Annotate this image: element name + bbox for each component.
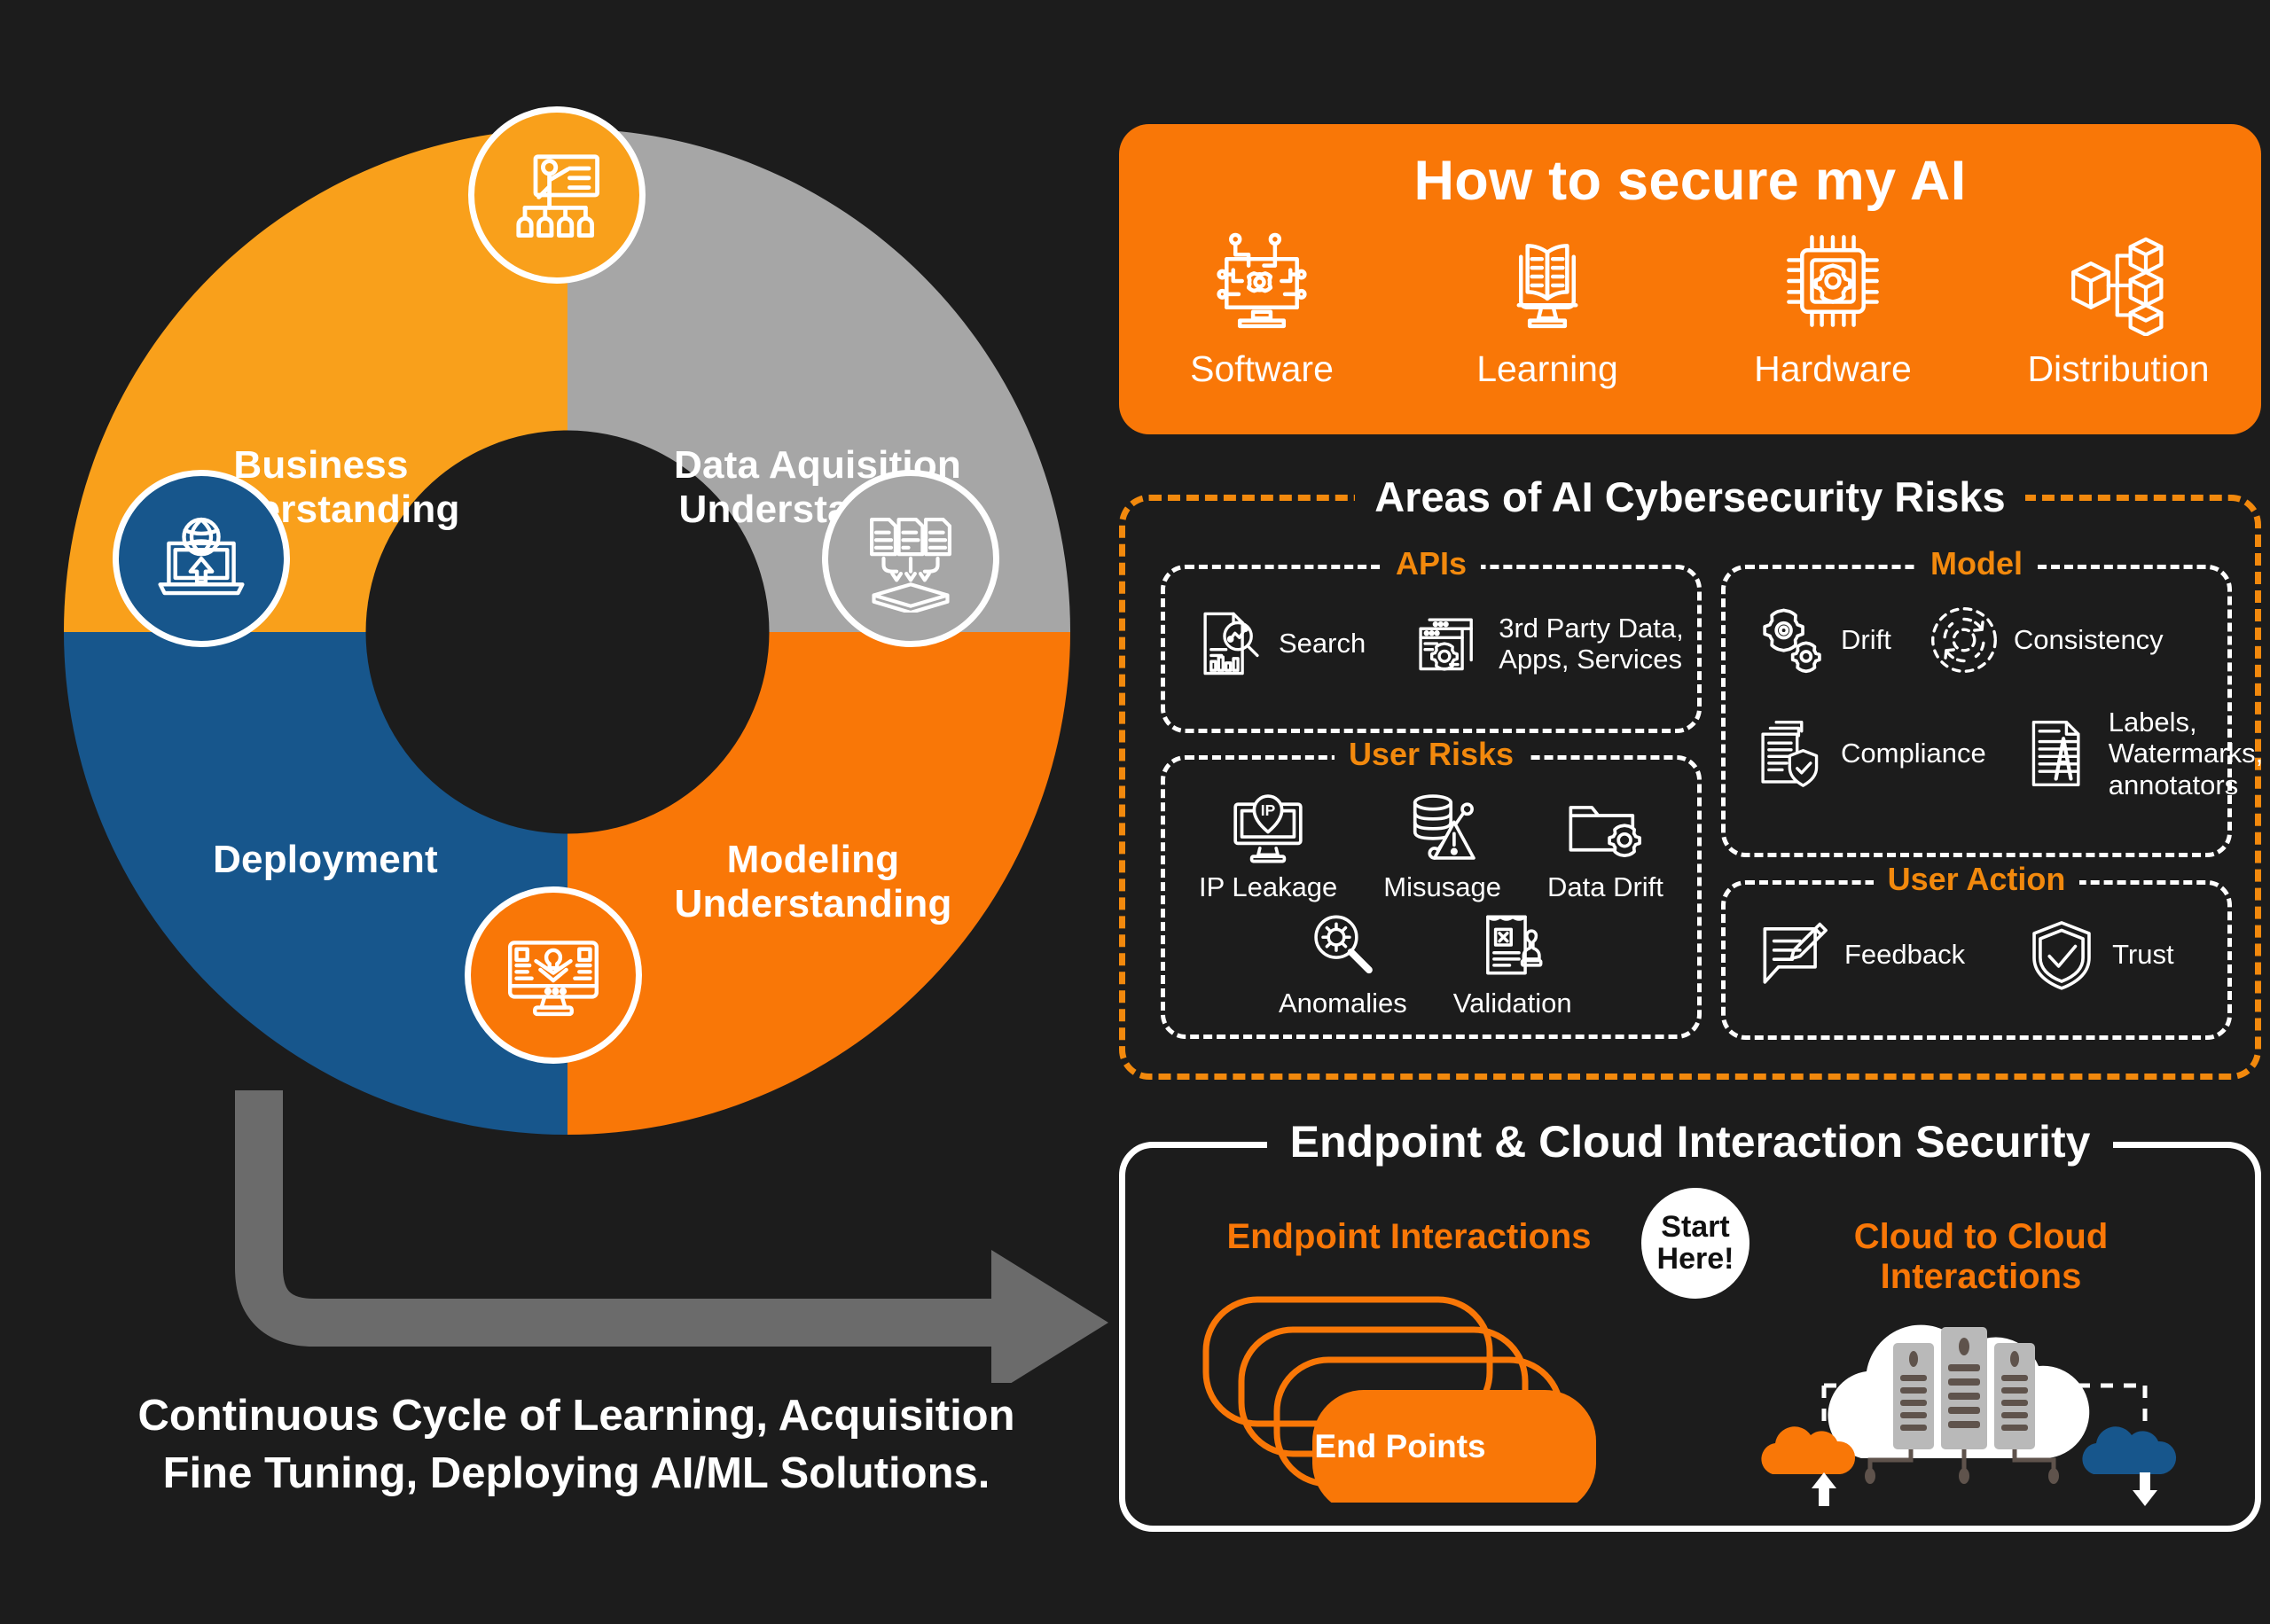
presentation-training-icon [516, 154, 599, 238]
speech-bubble-pencil-icon [1763, 922, 1828, 984]
risk-item-label: Search [1279, 628, 1366, 660]
secure-item-label: Software [1190, 348, 1334, 389]
documents-shield-check-icon [1761, 721, 1819, 787]
risk-item-third-party[interactable]: 3rd Party Data, Apps, Services [1412, 606, 1684, 681]
browser-windows-gear-icon [1419, 618, 1474, 671]
risk-item-validation[interactable]: Validation [1453, 906, 1572, 1019]
risk-group-user-action: User Action Feedback Trust [1721, 861, 2232, 1040]
risk-group-model: Model Drift Consistency Compliance Label… [1721, 545, 2263, 857]
risk-item-label: Compliance [1841, 738, 1986, 769]
risk-item-label: Anomalies [1279, 988, 1407, 1019]
risk-item-data-drift[interactable]: Data Drift [1547, 786, 1663, 903]
lifecycle-panel: Business Understanding Data Aquisition U… [0, 0, 1108, 1624]
risk-item-trust[interactable]: Trust [2023, 917, 2174, 993]
badge-business-understanding[interactable] [468, 106, 646, 284]
secure-card-title: How to secure my AI [1413, 150, 1967, 212]
endpoints-stack[interactable] [1201, 1294, 1662, 1503]
risk-group-apis: APIs Search 3rd Party Data, Apps, Servic… [1161, 545, 1702, 733]
risk-group-title: User Action [1726, 861, 2227, 898]
badge-data-acquisition[interactable] [822, 470, 999, 647]
quadrant-label-deployment: Deployment [213, 838, 438, 881]
risk-item-label: Misusage [1383, 871, 1501, 902]
risk-areas-title: Areas of AI Cybersecurity Risks [1125, 472, 2255, 521]
risk-areas-container: Areas of AI Cybersecurity Risks APIs Sea… [1119, 473, 2263, 1080]
cloud-servers-group [1761, 1324, 2177, 1506]
quadrant-label-modeling: Modeling Understanding [674, 838, 952, 926]
lifecycle-caption: Continuous Cycle of Learning, Acquisitio… [137, 1392, 1015, 1498]
risk-item-consistency[interactable]: Consistency [1927, 603, 2164, 677]
risk-item-feedback[interactable]: Feedback [1756, 917, 1965, 993]
badge-deployment[interactable] [113, 470, 290, 647]
cloud-download-arrow-icon [2082, 1426, 2177, 1506]
risk-item-label: Labels, Watermarks, annotators [2108, 707, 2264, 800]
laptop-globe-upload-icon [158, 517, 245, 596]
risk-item-label: Data Drift [1546, 871, 1663, 902]
risk-item-misusage[interactable]: Misusage [1383, 786, 1501, 903]
secure-item-software[interactable]: Software [1119, 226, 1405, 390]
how-to-secure-ai-card: How to secure my AI Software Learning Ha… [1119, 124, 2261, 434]
secure-items-row: Software Learning Hardware Distribution [1119, 226, 2261, 390]
endpoint-cloud-title: Endpoint & Cloud Interaction Security [1125, 1116, 2255, 1167]
endpoint-interactions-heading: Endpoint Interactions [1226, 1217, 1592, 1256]
folder-gear-icon [1569, 806, 1642, 858]
dashed-refresh-cycle-icon [1930, 607, 1997, 673]
ai-lifecycle-donut: Business Understanding Data Aquisition U… [64, 106, 1070, 1135]
risk-item-label: 3rd Party Data, Apps, Services [1499, 612, 1684, 675]
risk-item-ip-leakage[interactable]: IP IP Leakage [1199, 786, 1337, 903]
secure-item-distribution[interactable]: Distribution [1976, 226, 2261, 390]
risk-group-title: Model [1726, 545, 2227, 582]
report-magnifier-icon [1203, 612, 1259, 675]
two-gears-icon [1763, 608, 1821, 674]
secure-item-label: Hardware [1754, 348, 1912, 389]
risk-item-labels-watermarks[interactable]: Labels, Watermarks, annotators [2022, 707, 2264, 800]
document-stamp-x-icon [1485, 915, 1543, 975]
database-warning-icon [1413, 794, 1476, 860]
svg-text:IP: IP [1261, 801, 1276, 819]
cube-distribution-icon [2071, 237, 2164, 336]
secure-item-label: Learning [1476, 348, 1618, 389]
secure-item-hardware[interactable]: Hardware [1690, 226, 1976, 390]
document-watermark-a-icon [2031, 721, 2080, 786]
documents-to-storage-icon [870, 518, 951, 613]
risk-group-user-risks: User Risks IP IP Leakage Misusage Data D… [1161, 736, 1702, 1039]
risk-item-label: Trust [2112, 939, 2174, 971]
secure-item-learning[interactable]: Learning [1405, 226, 1690, 390]
risk-item-label: Drift [1841, 624, 1891, 656]
monitor-ai-model-icon [508, 941, 599, 1017]
endpoints-label: End Points [1314, 1428, 1486, 1464]
open-book-monitor-icon [1516, 244, 1578, 329]
cpu-chip-gear-icon [1787, 235, 1879, 327]
risk-item-label: Feedback [1844, 939, 1966, 971]
risk-item-drift[interactable]: Drift [1754, 603, 1891, 677]
badge-modeling-understanding[interactable] [465, 886, 642, 1064]
risk-group-title: User Risks [1165, 736, 1697, 773]
monitor-circuit-gear-icon [1217, 232, 1307, 329]
secure-item-label: Distribution [2027, 348, 2210, 389]
risk-item-label: Consistency [2013, 624, 2164, 656]
infographic-root: Business Understanding Data Aquisition U… [0, 0, 2270, 1624]
risk-item-compliance[interactable]: Compliance [1754, 716, 1986, 791]
risk-item-search[interactable]: Search [1192, 606, 1366, 681]
risk-item-anomalies[interactable]: Anomalies [1279, 906, 1407, 1019]
shield-check-icon [2032, 921, 2091, 990]
risk-group-title: APIs [1165, 545, 1697, 582]
security-panel: How to secure my AI Software Learning Ha… [1110, 0, 2270, 1624]
server-racks-icon [1865, 1327, 2059, 1484]
magnifier-virus-icon [1314, 915, 1374, 974]
risk-item-label: Validation [1452, 988, 1572, 1019]
monitor-ip-pin-icon: IP [1233, 794, 1303, 863]
risk-item-label: IP Leakage [1199, 871, 1338, 902]
endpoint-cloud-container: Endpoint & Cloud Interaction Security En… [1119, 1117, 2261, 1532]
